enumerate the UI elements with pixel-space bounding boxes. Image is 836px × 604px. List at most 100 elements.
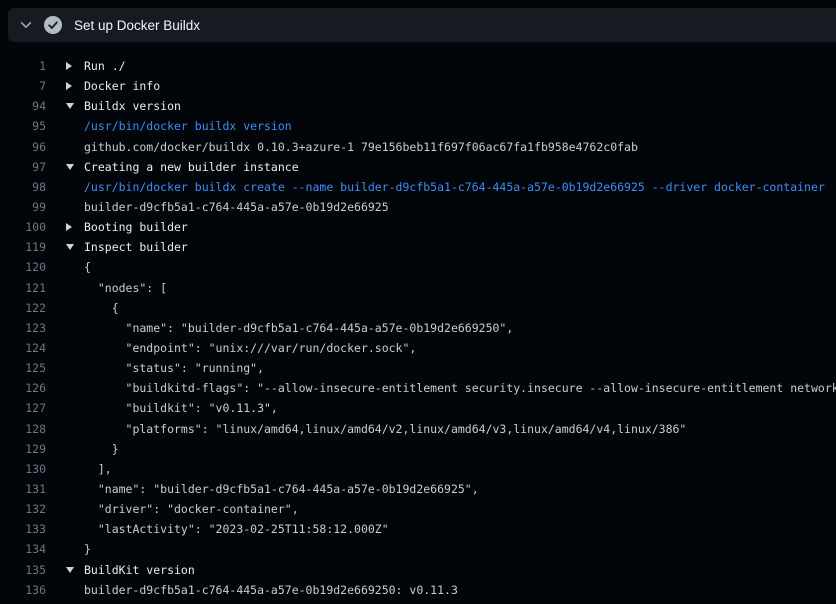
arrow-slot [66, 62, 84, 70]
line-number[interactable]: 130 [0, 462, 46, 476]
line-number[interactable]: 126 [0, 381, 46, 395]
log-line-row: 124 "endpoint": "unix:///var/run/docker.… [0, 338, 836, 358]
output-text: builder-d9cfb5a1-c764-445a-a57e-0b19d2e6… [84, 200, 389, 214]
chevron-down-icon[interactable] [15, 18, 37, 32]
output-text: github.com/docker/buildx 0.10.3+azure-1 … [84, 140, 638, 154]
line-number[interactable]: 1 [0, 59, 46, 73]
output-text: { [84, 301, 119, 315]
arrow-slot [66, 103, 84, 109]
group-expanded-icon[interactable] [66, 164, 74, 170]
log-line-row: 96 github.com/docker/buildx 0.10.3+azure-… [0, 137, 836, 157]
log-group-row[interactable]: 97 Creating a new builder instance [0, 157, 836, 177]
line-number[interactable]: 99 [0, 200, 46, 214]
arrow-slot [66, 82, 84, 90]
group-title: Booting builder [84, 220, 188, 234]
line-number[interactable]: 122 [0, 301, 46, 315]
log-group-row[interactable]: 135 BuildKit version [0, 560, 836, 580]
log-line-row: 120 { [0, 257, 836, 277]
group-title: Buildx version [84, 99, 181, 113]
line-number[interactable]: 98 [0, 180, 46, 194]
log-group-row[interactable]: 1 Run ./ [0, 56, 836, 76]
line-number[interactable]: 136 [0, 583, 46, 597]
arrow-slot [66, 244, 84, 250]
command-text: /usr/bin/docker buildx version [84, 119, 292, 133]
line-number[interactable]: 121 [0, 281, 46, 295]
line-number[interactable]: 7 [0, 79, 46, 93]
step-title: Set up Docker Buildx [74, 18, 200, 33]
line-number[interactable]: 95 [0, 119, 46, 133]
line-number[interactable]: 131 [0, 482, 46, 496]
line-number[interactable]: 135 [0, 563, 46, 577]
step-header[interactable]: Set up Docker Buildx [8, 8, 836, 42]
line-number[interactable]: 125 [0, 361, 46, 375]
group-expanded-icon[interactable] [66, 244, 74, 250]
line-number[interactable]: 127 [0, 401, 46, 415]
arrow-slot [66, 164, 84, 170]
log-line-row: 99 builder-d9cfb5a1-c764-445a-a57e-0b19d2… [0, 197, 836, 217]
line-number[interactable]: 100 [0, 220, 46, 234]
line-number[interactable]: 129 [0, 442, 46, 456]
line-number[interactable]: 96 [0, 140, 46, 154]
line-number[interactable]: 123 [0, 321, 46, 335]
output-text: "name": "builder-d9cfb5a1-c764-445a-a57e… [84, 482, 479, 496]
log-line-row: 125 "status": "running", [0, 358, 836, 378]
output-text: "buildkitd-flags": "--allow-insecure-ent… [84, 381, 836, 395]
output-text: "lastActivity": "2023-02-25T11:58:12.000… [84, 522, 389, 536]
group-title: Creating a new builder instance [84, 160, 299, 174]
line-number[interactable]: 128 [0, 422, 46, 436]
log-line-row: 127 "buildkit": "v0.11.3", [0, 398, 836, 418]
log-group-row[interactable]: 7 Docker info [0, 76, 836, 96]
line-number[interactable]: 120 [0, 260, 46, 274]
log-line-row: 129 } [0, 439, 836, 459]
output-text: ], [84, 462, 112, 476]
group-title: BuildKit version [84, 563, 195, 577]
log-line-row: 126 "buildkitd-flags": "--allow-insecure… [0, 378, 836, 398]
log-line-row: 132 "driver": "docker-container", [0, 499, 836, 519]
arrow-slot [66, 567, 84, 573]
log-line-row: 136 builder-d9cfb5a1-c764-445a-a57e-0b19d… [0, 580, 836, 600]
group-expanded-icon[interactable] [66, 103, 74, 109]
log-line-row: 128 "platforms": "linux/amd64,linux/amd6… [0, 419, 836, 439]
output-text: "buildkit": "v0.11.3", [84, 401, 278, 415]
output-text: builder-d9cfb5a1-c764-445a-a57e-0b19d2e6… [84, 583, 458, 597]
line-number[interactable]: 134 [0, 542, 46, 556]
arrow-slot [66, 223, 84, 231]
output-text: } [84, 442, 119, 456]
group-collapsed-icon[interactable] [66, 82, 72, 90]
log-group-row[interactable]: 94 Buildx version [0, 96, 836, 116]
check-circle-icon [44, 16, 62, 34]
group-title: Run ./ [84, 59, 126, 73]
line-number[interactable]: 97 [0, 160, 46, 174]
group-collapsed-icon[interactable] [66, 223, 72, 231]
group-collapsed-icon[interactable] [66, 62, 72, 70]
group-title: Docker info [84, 79, 160, 93]
log-line-row: 123 "name": "builder-d9cfb5a1-c764-445a-… [0, 318, 836, 338]
log-group-row[interactable]: 100 Booting builder [0, 217, 836, 237]
command-text: /usr/bin/docker buildx create --name bui… [84, 180, 825, 194]
output-text: "endpoint": "unix:///var/run/docker.sock… [84, 341, 416, 355]
log-container: 1 Run ./ 7 Docker info 94 Buildx version 95/us… [0, 42, 836, 604]
log-line-row: 121 "nodes": [ [0, 278, 836, 298]
output-text: "status": "running", [84, 361, 264, 375]
output-text: { [84, 260, 91, 274]
line-number[interactable]: 119 [0, 240, 46, 254]
log-line-row: 134} [0, 539, 836, 559]
log-line-row: 133 "lastActivity": "2023-02-25T11:58:12… [0, 519, 836, 539]
group-title: Inspect builder [84, 240, 188, 254]
output-text: "name": "builder-d9cfb5a1-c764-445a-a57e… [84, 321, 513, 335]
output-text: "nodes": [ [84, 281, 167, 295]
group-expanded-icon[interactable] [66, 567, 74, 573]
output-text: "platforms": "linux/amd64,linux/amd64/v2… [84, 422, 686, 436]
log-group-row[interactable]: 119 Inspect builder [0, 237, 836, 257]
line-number[interactable]: 124 [0, 341, 46, 355]
line-number[interactable]: 132 [0, 502, 46, 516]
log-line-row: 95/usr/bin/docker buildx version [0, 116, 836, 136]
output-text: "driver": "docker-container", [84, 502, 299, 516]
output-text: } [84, 542, 91, 556]
log-line-row: 131 "name": "builder-d9cfb5a1-c764-445a-… [0, 479, 836, 499]
line-number[interactable]: 133 [0, 522, 46, 536]
log-line-row: 98/usr/bin/docker buildx create --name b… [0, 177, 836, 197]
log-line-row: 122 { [0, 298, 836, 318]
log-line-row: 130 ], [0, 459, 836, 479]
line-number[interactable]: 94 [0, 99, 46, 113]
